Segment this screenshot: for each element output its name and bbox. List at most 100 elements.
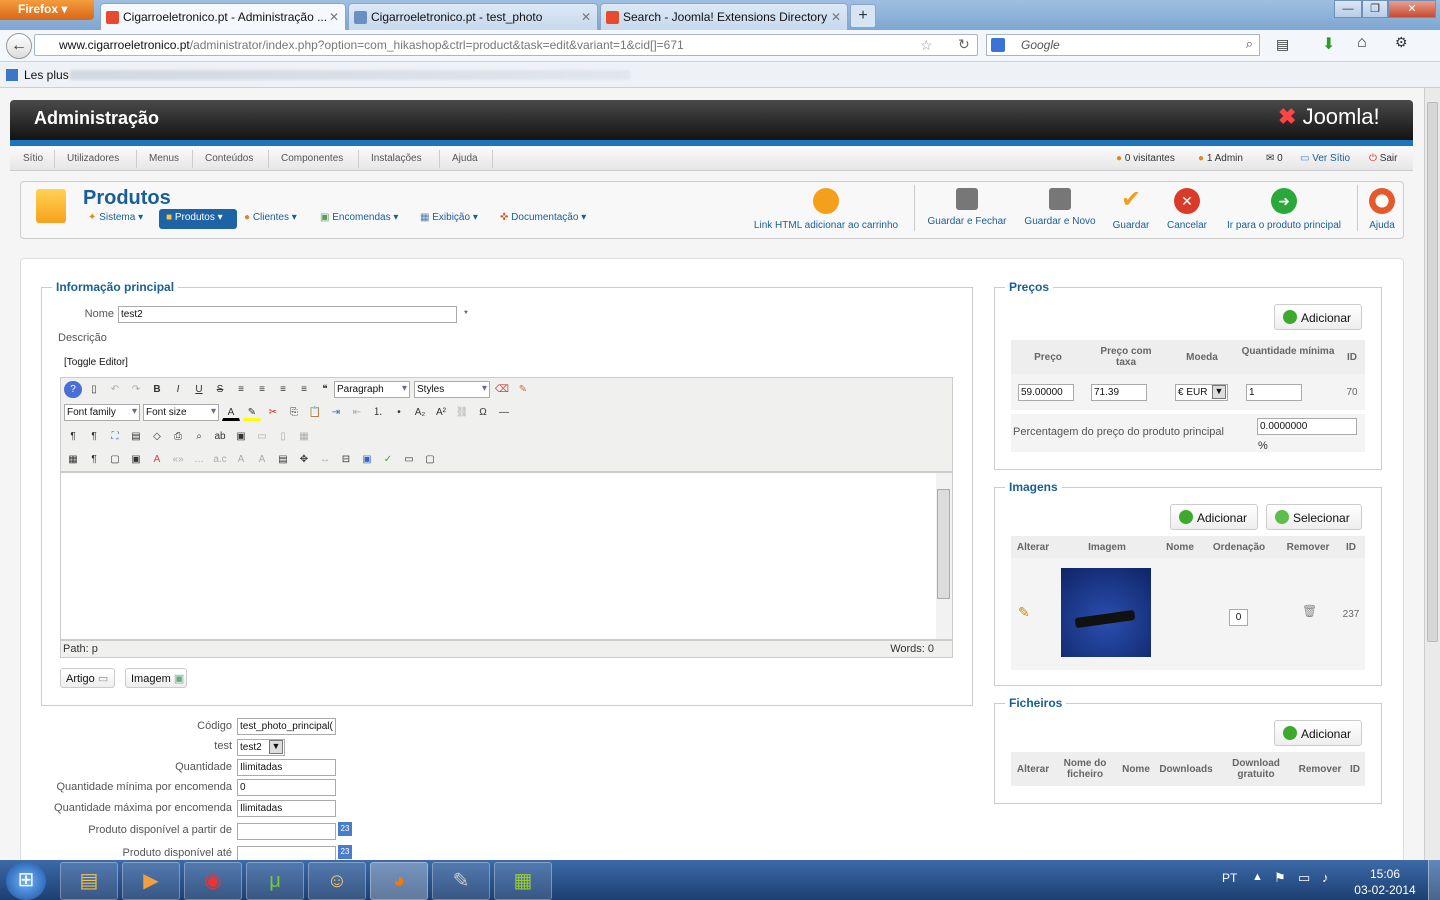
go-to-main-product-button[interactable]: ➜ Ir para o produto principal (1222, 188, 1346, 231)
rtl-icon[interactable]: ¶ (85, 428, 103, 445)
spellcheck-icon[interactable]: A (148, 451, 166, 468)
horizontal-rule-icon[interactable]: — (495, 404, 513, 421)
menu-help[interactable]: Ajuda (452, 153, 478, 164)
align-left-icon[interactable]: ≡ (274, 381, 292, 398)
image-order-input[interactable]: 0 (1229, 609, 1248, 626)
font-size-select[interactable]: Font size ▾ (143, 404, 219, 421)
undo-icon[interactable]: ↶ (106, 381, 124, 398)
submenu-system[interactable]: ✦ Sistema ▾ (88, 212, 143, 223)
copy-icon[interactable]: ⎘ (285, 404, 303, 421)
min-qty-price-input[interactable]: 1 (1246, 384, 1302, 401)
pagebreak-icon[interactable]: ⊟ (337, 451, 355, 468)
bookmarks-menu-icon[interactable]: ▤ (1276, 36, 1289, 53)
menu-components[interactable]: Componentes (281, 153, 343, 164)
ltr-icon[interactable]: ¶ (64, 428, 82, 445)
bookmark-item[interactable]: Les plus (24, 68, 69, 82)
find-icon[interactable]: ⌕ (190, 428, 208, 445)
firefox-taskbar-icon[interactable]: ◕ (370, 862, 428, 900)
editor-scrollbar[interactable] (936, 473, 952, 639)
submenu-orders[interactable]: ▣ Encomendas ▾ (320, 212, 398, 223)
link-html-add-to-cart-button[interactable]: Link HTML adicionar ao carrinho (749, 188, 903, 231)
help-button[interactable]: Ajuda (1365, 188, 1399, 231)
numbered-list-icon[interactable]: ⒈ (369, 404, 387, 421)
status-messages[interactable]: ✉ 0 (1266, 153, 1283, 164)
eraser-icon[interactable]: ⌫ (493, 381, 511, 398)
link-icon[interactable]: ⛓ (453, 404, 471, 421)
hr-icon[interactable]: ▭ (400, 451, 418, 468)
cancel-button[interactable]: ✕ Cancelar (1164, 188, 1210, 231)
insert-image-icon[interactable]: ▣ (232, 428, 250, 445)
network-icon[interactable]: ▭ (1298, 870, 1310, 886)
currency-select[interactable]: € EUR ▼ (1175, 384, 1228, 401)
text-color-icon[interactable]: A (222, 404, 240, 421)
close-tab-icon[interactable]: ✕ (581, 10, 591, 24)
max-qty-input[interactable]: Ilimitadas (237, 800, 336, 817)
code-input[interactable]: test_photo_principal( (237, 718, 336, 735)
start-button[interactable]: ⊞ (6, 862, 46, 900)
font-family-select[interactable]: Font family ▾ (64, 404, 140, 421)
product-thumbnail[interactable] (1061, 568, 1151, 657)
image-button[interactable]: Imagem ▣ (125, 668, 187, 688)
bookmark-star-icon[interactable]: ☆ (920, 37, 933, 54)
messenger-taskbar-icon[interactable]: ☺ (308, 862, 366, 900)
edit-icon[interactable]: ✎ (1018, 604, 1030, 621)
show-desktop-button[interactable] (1428, 860, 1440, 900)
menu-users[interactable]: Utilizadores (67, 153, 119, 164)
fullscreen-icon[interactable]: ⛶ (106, 428, 124, 445)
preview-icon[interactable]: ▢ (421, 451, 439, 468)
image-manager-icon[interactable]: ▣ (358, 451, 376, 468)
percent-input[interactable]: 0.0000000 (1257, 418, 1357, 435)
min-qty-input[interactable]: 0 (237, 779, 336, 796)
submenu-products[interactable]: ■ Produtos ▾ (166, 212, 223, 223)
submenu-display[interactable]: ▦ Exibição ▾ (420, 212, 478, 223)
editor-path-value[interactable]: p (92, 643, 98, 655)
tab-test-photo[interactable]: Cigarroeletronico.pt - test_photo ✕ (348, 3, 598, 30)
show-hidden-icons[interactable]: ▲ (1252, 871, 1263, 883)
editor-content-area[interactable] (60, 472, 953, 640)
quantity-input[interactable]: Ilimitadas (237, 759, 336, 776)
template-icon[interactable]: ▤ (127, 428, 145, 445)
ins-icon[interactable]: A (253, 451, 271, 468)
close-window-button[interactable]: ✕ (1388, 0, 1436, 18)
acronym-icon[interactable]: a.c (211, 451, 229, 468)
submenu-documentation[interactable]: ✜ Documentação ▾ (500, 212, 586, 223)
editor-scrollbar-thumb[interactable] (937, 489, 950, 599)
save-and-new-button[interactable]: Guardar e Novo (1022, 188, 1098, 227)
system-clock[interactable]: 15:06 03-02-2014 (1350, 866, 1420, 898)
menu-menus[interactable]: Menus (149, 153, 179, 164)
firefox-menu-button[interactable]: Firefox ▾ (0, 0, 94, 20)
close-tab-icon[interactable]: ✕ (329, 10, 339, 24)
justify-icon[interactable]: ≡ (232, 381, 250, 398)
check-icon[interactable]: ✓ (379, 451, 397, 468)
trash-icon[interactable]: 🗑 (1302, 604, 1317, 618)
quote-icon[interactable]: «» (169, 451, 187, 468)
minimize-button[interactable]: — (1334, 0, 1362, 18)
save-and-close-button[interactable]: Guardar e Fechar (926, 188, 1008, 227)
paste-icon[interactable]: 📋 (306, 404, 324, 421)
save-button[interactable]: ✔ Guardar (1110, 188, 1152, 232)
available-from-input[interactable] (237, 823, 336, 840)
name-input[interactable]: test2 (118, 306, 457, 323)
bold-icon[interactable]: B (148, 381, 166, 398)
calendar-icon[interactable]: 23 (338, 845, 352, 859)
action-center-icon[interactable]: ⚑ (1274, 870, 1286, 886)
cleanup-icon[interactable]: ✎ (514, 381, 532, 398)
move-icon[interactable]: ✥ (295, 451, 313, 468)
test-select[interactable]: test2 ▼ (237, 739, 285, 756)
movie-maker-taskbar-icon[interactable]: ▦ (494, 862, 552, 900)
align-center-icon[interactable]: ≡ (253, 381, 271, 398)
special-char-icon[interactable]: Ω (474, 404, 492, 421)
outdent-icon[interactable]: ⇤ (348, 404, 366, 421)
add-price-button[interactable]: Adicionar (1274, 304, 1362, 330)
indent-icon[interactable]: ⇥ (327, 404, 345, 421)
view-site-link[interactable]: ▭ Ver Sítio (1300, 153, 1350, 164)
replace-icon[interactable]: ab (211, 428, 229, 445)
align-right-icon[interactable]: ≡ (295, 381, 313, 398)
gimp-taskbar-icon[interactable]: ✎ (432, 862, 490, 900)
back-button[interactable]: ← (6, 33, 32, 59)
reload-icon[interactable]: ↻ (958, 36, 970, 53)
paragraph-icon[interactable]: ¶ (85, 451, 103, 468)
layer-icon[interactable]: ▤ (274, 451, 292, 468)
italic-icon[interactable]: I (169, 381, 187, 398)
blockquote-icon[interactable]: ❝ (316, 381, 334, 398)
